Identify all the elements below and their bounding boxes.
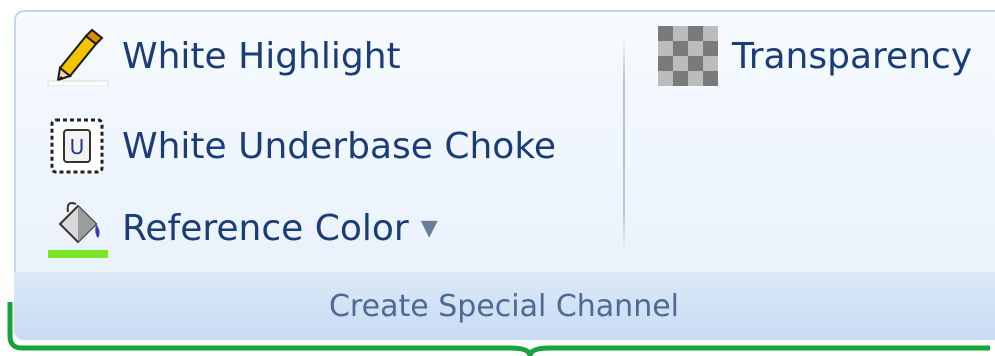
transparency-button[interactable]: Transparency: [656, 26, 973, 86]
paint-bucket-icon: [46, 198, 110, 258]
white-highlight-label: White Highlight: [122, 35, 401, 77]
white-underbase-choke-label: White Underbase Choke: [122, 125, 557, 167]
checkerboard-icon: [656, 26, 720, 86]
white-underbase-choke-button[interactable]: U White Underbase Choke: [46, 118, 556, 174]
reference-color-label: Reference Color: [122, 207, 409, 249]
annotation-bracket: [7, 302, 990, 356]
dropdown-arrow-icon[interactable]: ▼: [421, 216, 438, 241]
svg-text:U: U: [70, 135, 85, 159]
underbase-choke-icon: U: [46, 116, 110, 176]
reference-color-button[interactable]: Reference Color ▼: [46, 198, 438, 258]
group-divider: [623, 36, 625, 252]
pencil-highlight-icon: [46, 26, 110, 86]
transparency-label: Transparency: [732, 35, 973, 77]
white-highlight-button[interactable]: White Highlight: [46, 26, 401, 86]
